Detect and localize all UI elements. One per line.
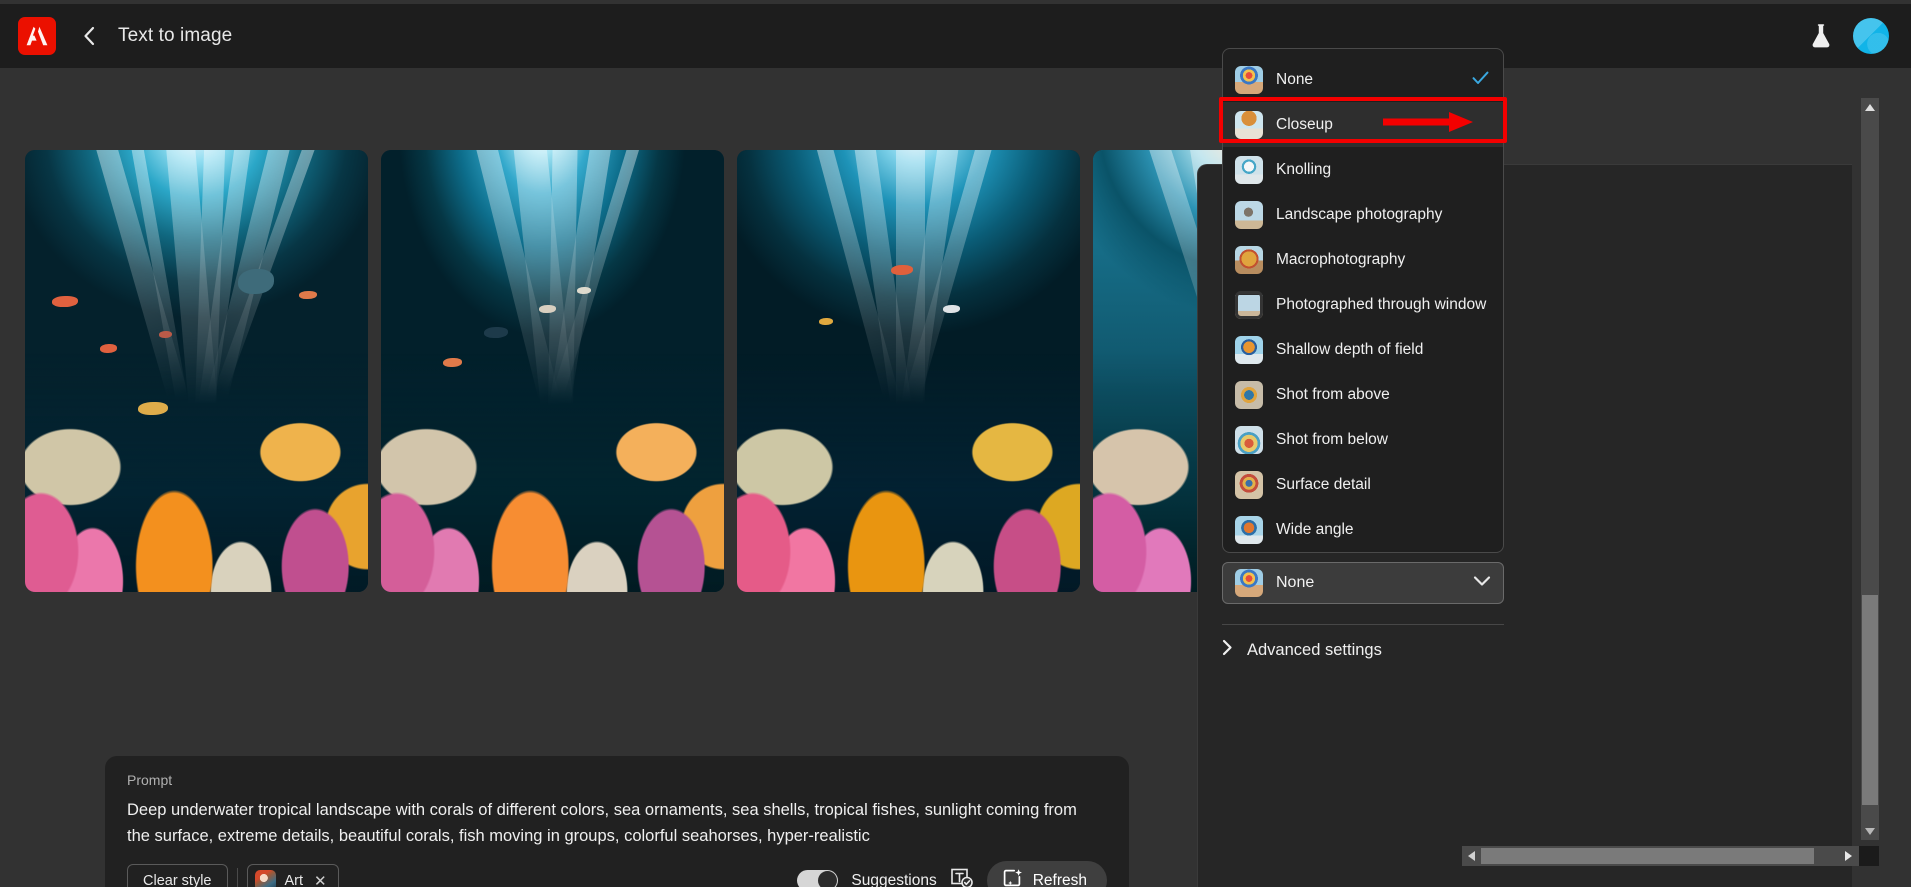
dropdown-option-closeup[interactable]: Closeup <box>1223 102 1503 147</box>
style-thumbnail-icon <box>1235 290 1263 319</box>
style-thumbnail-icon <box>1235 110 1263 139</box>
fish <box>576 287 591 295</box>
adobe-logo-icon[interactable] <box>18 17 56 55</box>
page-title: Text to image <box>118 25 233 46</box>
dropdown-option-label: Shot from below <box>1276 430 1388 448</box>
coral-floor <box>25 353 368 592</box>
style-thumbnail-icon <box>1235 200 1263 229</box>
style-select-value: None <box>1276 574 1315 591</box>
triangle-right-icon[interactable] <box>1839 846 1857 866</box>
fish <box>138 401 169 415</box>
dropdown-option-label: Knolling <box>1276 160 1332 178</box>
flask-icon[interactable] <box>1807 21 1835 51</box>
avatar[interactable] <box>1853 18 1889 54</box>
dropdown-option-shallow-depth-of-field[interactable]: Shallow depth of field <box>1223 327 1503 372</box>
dropdown-option-knolling[interactable]: Knolling <box>1223 147 1503 192</box>
prompt-label: Prompt <box>127 772 173 788</box>
dropdown-option-label: Photographed through window <box>1276 295 1487 313</box>
chevron-left-icon <box>83 26 95 46</box>
chevron-right-icon <box>1222 639 1233 661</box>
horizontal-scrollbar[interactable] <box>1462 846 1879 866</box>
reef-artwork <box>381 150 724 592</box>
refresh-sparkle-icon <box>1003 868 1023 887</box>
style-chip-art[interactable]: Art ✕ <box>246 864 339 887</box>
fish <box>942 304 960 313</box>
dropdown-option-label: None <box>1276 70 1314 88</box>
style-chip-label: Art <box>284 872 304 887</box>
dropdown-option-macrophotography[interactable]: Macrophotography <box>1223 237 1503 282</box>
fish <box>538 304 556 313</box>
triangle-left-icon[interactable] <box>1462 846 1480 866</box>
dropdown-option-label: Macrophotography <box>1276 250 1406 268</box>
fish <box>891 264 914 275</box>
dropdown-option-label: Shallow depth of field <box>1276 340 1424 358</box>
advanced-settings-toggle[interactable]: Advanced settings <box>1222 632 1504 668</box>
refresh-label: Refresh <box>1032 871 1087 887</box>
reef-artwork <box>25 150 368 592</box>
refresh-button[interactable]: Refresh <box>986 861 1107 887</box>
style-thumbnail-icon <box>1235 569 1263 597</box>
scrollbar-corner <box>1859 846 1879 866</box>
dropdown-option-shot-from-below[interactable]: Shot from below <box>1223 417 1503 462</box>
prompt-text[interactable]: Deep underwater tropical landscape with … <box>127 797 1087 849</box>
style-thumbnail-icon <box>1235 155 1263 184</box>
dropdown-option-shot-from-above[interactable]: Shot from above <box>1223 372 1503 417</box>
fish <box>442 357 462 367</box>
top-bar-actions <box>1807 18 1889 54</box>
checkmark-icon <box>1472 70 1489 90</box>
fish <box>52 295 79 307</box>
style-thumbnail-icon <box>1235 65 1263 94</box>
clear-style-button[interactable]: Clear style <box>127 864 228 887</box>
coral-floor <box>381 353 724 592</box>
panel-divider <box>1222 624 1504 625</box>
close-icon[interactable]: ✕ <box>314 872 327 887</box>
dropdown-option-label: Wide angle <box>1276 520 1354 538</box>
prompt-actions: Clear style Art ✕ Suggestions Refresh <box>127 861 1107 887</box>
dropdown-option-photographed-through-window[interactable]: Photographed through window <box>1223 282 1503 327</box>
generated-image-1[interactable] <box>25 150 368 592</box>
dropdown-option-none[interactable]: None <box>1223 57 1503 102</box>
horizontal-scrollbar-thumb[interactable] <box>1481 848 1814 864</box>
divider <box>236 867 238 887</box>
chevron-down-icon <box>1473 574 1491 592</box>
fish <box>483 326 508 338</box>
style-thumbnail-icon <box>1235 470 1263 499</box>
style-select[interactable]: None <box>1222 562 1504 604</box>
top-bar: Text to image <box>0 4 1911 68</box>
generated-image-3[interactable] <box>737 150 1080 592</box>
prompt-right-actions: Suggestions Refresh <box>797 861 1107 887</box>
vertical-scrollbar-thumb[interactable] <box>1862 595 1878 805</box>
reef-artwork <box>737 150 1080 592</box>
canvas-area: Prompt Deep underwater tropical landscap… <box>0 68 1911 887</box>
vertical-scrollbar[interactable] <box>1861 98 1879 840</box>
art-style-thumbnail-icon <box>254 870 276 887</box>
prompt-card: Prompt Deep underwater tropical landscap… <box>105 756 1129 887</box>
dropdown-option-wide-angle[interactable]: Wide angle <box>1223 507 1503 552</box>
application-window: Text to image Prompt Deep underwater tro… <box>0 0 1911 887</box>
dropdown-option-label: Closeup <box>1276 115 1333 133</box>
triangle-down-icon[interactable] <box>1861 822 1879 840</box>
suggestions-toggle[interactable] <box>797 870 839 887</box>
dropdown-option-label: Surface detail <box>1276 475 1371 493</box>
coral-floor <box>737 353 1080 592</box>
advanced-settings-label: Advanced settings <box>1247 640 1382 659</box>
style-dropdown-list[interactable]: None Closeup Knolling Landscape photogra… <box>1222 48 1504 553</box>
text-check-icon <box>950 867 974 887</box>
style-thumbnail-icon <box>1235 515 1263 544</box>
suggestions-label: Suggestions <box>851 871 937 887</box>
dropdown-option-landscape-photography[interactable]: Landscape photography <box>1223 192 1503 237</box>
back-button[interactable] <box>72 19 106 53</box>
generated-image-2[interactable] <box>381 150 724 592</box>
style-thumbnail-icon <box>1235 380 1263 409</box>
style-thumbnail-icon <box>1235 335 1263 364</box>
triangle-up-icon[interactable] <box>1861 98 1879 116</box>
dropdown-option-label: Landscape photography <box>1276 205 1443 223</box>
fish <box>237 269 274 295</box>
dropdown-option-surface-detail[interactable]: Surface detail <box>1223 462 1503 507</box>
style-thumbnail-icon <box>1235 425 1263 454</box>
style-thumbnail-icon <box>1235 245 1263 274</box>
dropdown-option-label: Shot from above <box>1276 385 1390 403</box>
